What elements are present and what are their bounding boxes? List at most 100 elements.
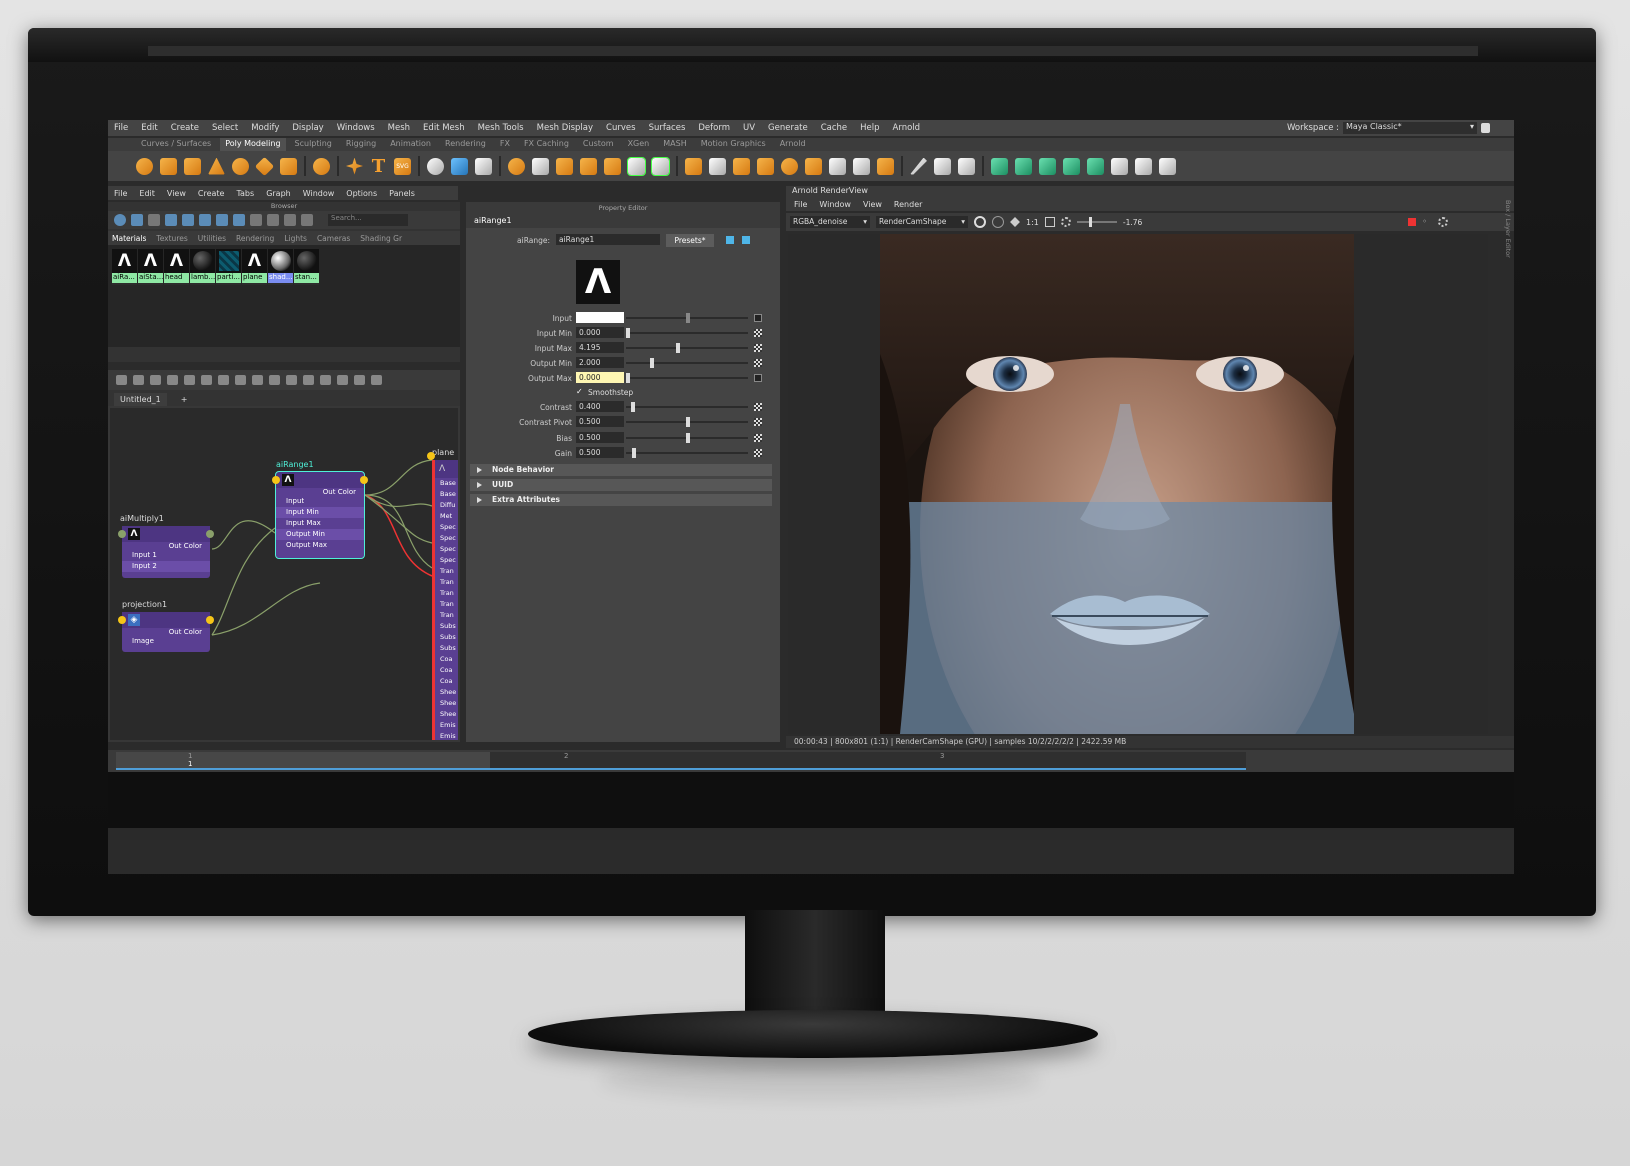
menu-windows[interactable]: Windows (337, 123, 375, 133)
plane-port[interactable]: Emis (435, 720, 458, 731)
custom-mode-icon[interactable] (303, 375, 314, 385)
airange-node[interactable]: Λ Out Color Input Input Min Input Max Ou… (275, 471, 365, 559)
bias-field[interactable]: 0.500 (576, 432, 624, 443)
shelf-tab[interactable]: FX Caching (519, 138, 574, 151)
slider-knob[interactable] (631, 402, 635, 412)
poke-icon[interactable] (853, 157, 870, 175)
menu-select[interactable]: Select (212, 123, 238, 133)
simple-mode-icon[interactable] (252, 375, 263, 385)
snap-icon[interactable] (371, 375, 382, 385)
tab-textures[interactable]: Textures (156, 234, 187, 243)
plane-port[interactable]: Spec (435, 522, 458, 533)
map-button-icon[interactable] (754, 329, 762, 337)
output-max-slider[interactable] (626, 373, 748, 383)
graph-output-icon[interactable] (133, 375, 144, 385)
command-line[interactable] (108, 828, 1514, 840)
ratio-label[interactable]: 1:1 (1026, 218, 1039, 227)
plane-port[interactable]: Subs (435, 643, 458, 654)
remove-selected-icon[interactable] (201, 375, 212, 385)
input2-port[interactable]: Input 2 (122, 561, 210, 572)
output-min-field[interactable]: 2.000 (576, 357, 624, 368)
rv-menu-window[interactable]: Window (819, 200, 851, 209)
mirror-icon[interactable] (685, 157, 702, 175)
input-min-field[interactable]: 0.000 (576, 327, 624, 338)
tab-rendering[interactable]: Rendering (236, 234, 274, 243)
input-max-slider[interactable] (626, 343, 748, 353)
out-color-port[interactable]: Out Color (169, 628, 202, 636)
tab-shading-groups[interactable]: Shading Gr (360, 234, 402, 243)
input-slider[interactable] (626, 313, 748, 323)
search-icon[interactable] (320, 375, 331, 385)
slider-knob[interactable] (676, 343, 680, 353)
input-port[interactable]: Input (276, 496, 364, 507)
lock-icon[interactable] (1481, 123, 1490, 133)
output-max-field[interactable]: 0.000 (576, 372, 624, 383)
fill-hole-icon[interactable] (627, 156, 646, 176)
gear-icon[interactable] (1438, 217, 1449, 227)
poly-plane-icon[interactable] (254, 156, 275, 176)
hs-menu-tabs[interactable]: Tabs (236, 189, 254, 198)
shelf-tab[interactable]: XGen (623, 138, 655, 151)
map-button-icon[interactable] (754, 403, 762, 411)
input1-port[interactable]: Input 1 (122, 550, 210, 561)
layout-uv-icon[interactable] (1111, 157, 1128, 175)
sparkle-icon[interactable] (346, 157, 363, 175)
slider-knob[interactable] (686, 433, 690, 443)
menu-curves[interactable]: Curves (606, 123, 636, 133)
slider-knob[interactable] (686, 313, 690, 323)
filter-icon[interactable] (301, 214, 313, 226)
graph-canvas[interactable]: aiRange1 Λ Out Color Input Input Min Inp… (110, 408, 458, 740)
input-max-port[interactable]: Input Max (276, 518, 364, 529)
cleanup-icon[interactable] (733, 157, 750, 175)
plane-port[interactable]: Tran (435, 599, 458, 610)
plane-port[interactable]: Base (435, 478, 458, 489)
menu-uv[interactable]: UV (743, 123, 755, 133)
smooth-icon[interactable] (475, 157, 492, 175)
contrast-slider[interactable] (626, 402, 748, 412)
material-swatch[interactable]: lamb... (190, 249, 215, 285)
shelf-tab[interactable]: FX (495, 138, 515, 151)
boolean-icon[interactable] (508, 157, 525, 175)
automatic-map-icon[interactable] (1063, 157, 1080, 175)
slider-knob[interactable] (626, 328, 630, 338)
sew-uv-icon[interactable] (1159, 157, 1176, 175)
swatch-toggle-icon[interactable] (337, 375, 348, 385)
connect-icon[interactable] (958, 157, 975, 175)
node-output-dot[interactable] (360, 476, 368, 484)
poly-torus-icon[interactable] (232, 157, 249, 175)
input-min-port[interactable]: Input Min (276, 507, 364, 518)
multicut-icon[interactable] (910, 157, 927, 175)
material-swatch[interactable]: ΛaiSta... (138, 249, 163, 285)
material-swatch[interactable]: Λhead (164, 249, 189, 285)
input-color-swatch[interactable] (576, 312, 624, 323)
plane-port[interactable]: Diffu (435, 500, 458, 511)
duplicate-icon[interactable] (877, 157, 894, 175)
clear-graph-icon[interactable] (235, 375, 246, 385)
icon-view-icon[interactable] (165, 214, 177, 226)
plane-port[interactable]: Tran (435, 566, 458, 577)
menu-surfaces[interactable]: Surfaces (649, 123, 686, 133)
plane-port[interactable]: Spec (435, 533, 458, 544)
combine-icon[interactable] (427, 157, 444, 175)
hs-menu-create[interactable]: Create (198, 189, 225, 198)
plane-port[interactable]: Spec (435, 544, 458, 555)
connected-mode-icon[interactable] (269, 375, 280, 385)
projection-node[interactable]: ◈ Out Color Image (122, 612, 210, 652)
contrast-field[interactable]: 0.400 (576, 401, 624, 412)
menu-create[interactable]: Create (171, 123, 199, 133)
cylindrical-map-icon[interactable] (1039, 157, 1056, 175)
plane-port[interactable]: Tran (435, 610, 458, 621)
show-input-icon[interactable] (726, 236, 734, 244)
append-icon[interactable] (604, 157, 621, 175)
input-max-field[interactable]: 4.195 (576, 342, 624, 353)
map-button-icon[interactable] (754, 374, 762, 382)
aimultiply-node[interactable]: Λ Out Color Input 1 Input 2 (122, 526, 210, 578)
menu-deform[interactable]: Deform (698, 123, 730, 133)
extrude-icon[interactable] (532, 157, 549, 175)
wedge-icon[interactable] (805, 157, 822, 175)
time-slider[interactable]: 1 1 2 3 (108, 750, 1514, 772)
gain-field[interactable]: 0.500 (576, 447, 624, 458)
render-region-icon[interactable] (974, 216, 986, 228)
poly-sphere-icon[interactable] (136, 157, 153, 175)
bevel-icon[interactable] (580, 157, 597, 175)
